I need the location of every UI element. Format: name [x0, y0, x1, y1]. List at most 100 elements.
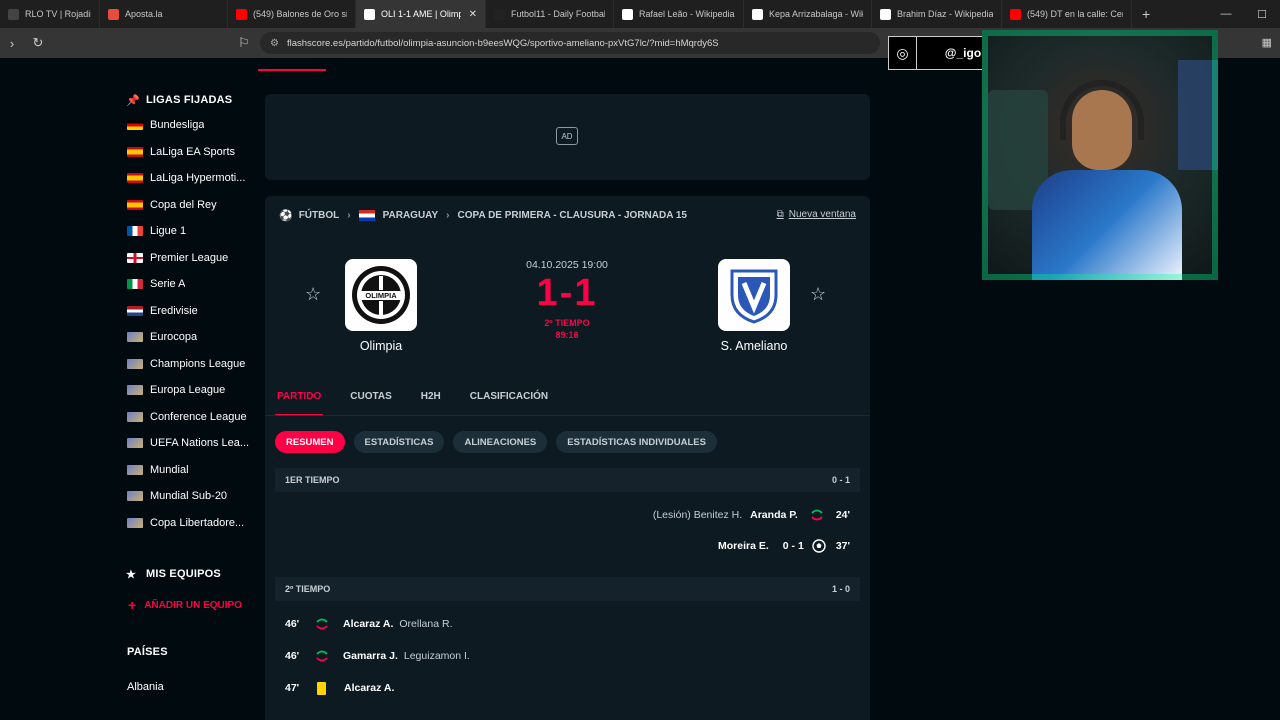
tab-label: RLO TV | Rojadirecta | Fú	[25, 9, 91, 19]
plus-icon: +	[128, 597, 137, 613]
browser-tab[interactable]: Brahim Díaz - Wikipedia, la	[872, 0, 1002, 28]
event-row-yellow-card[interactable]: 47' Alcaraz A.	[285, 677, 394, 699]
favorite-away-star-icon[interactable]: ☆	[810, 284, 826, 305]
flashscore-page: 📌 LIGAS FIJADAS Bundesliga LaLiga EA Spor…	[0, 30, 1280, 720]
subtab-alineaciones[interactable]: ALINEACIONES	[453, 431, 548, 453]
sidebar-league-item[interactable]: Eredivisie	[120, 298, 260, 325]
league-label: Copa Libertadore...	[150, 516, 245, 529]
external-link-icon: ⧉	[776, 209, 784, 220]
browser-tab[interactable]: Aposta.la	[100, 0, 228, 28]
match-datetime: 04.10.2025 19:00	[526, 259, 608, 271]
chevron-right-icon: ›	[347, 210, 351, 221]
browser-tab[interactable]: Rafael Leão - Wikipedia, la	[614, 0, 744, 28]
league-label: Champions League	[150, 357, 246, 370]
olimpia-crest-icon: OLIMPIA	[352, 266, 410, 324]
breadcrumb-competition[interactable]: COPA DE PRIMERA - CLAUSURA - JORNADA 15	[458, 210, 687, 221]
tab-label: (549) Balones de Oro si Cr	[253, 9, 347, 19]
sidebar-league-item[interactable]: Eurocopa	[120, 324, 260, 351]
league-label: Mundial Sub-20	[150, 490, 228, 503]
subtab-estadisticas-individuales[interactable]: ESTADÍSTICAS INDIVIDUALES	[556, 431, 717, 453]
es-flag-icon	[127, 173, 143, 184]
world-flag-icon	[127, 491, 143, 502]
tab-h2h[interactable]: H2H	[419, 391, 443, 416]
browser-tab[interactable]: (549) Balones de Oro si Cr	[228, 0, 356, 28]
tab-label: Kepa Arrizabalaga - Wikip	[769, 9, 863, 19]
browser-tab[interactable]: (549) DT en la calle: Cerro	[1002, 0, 1132, 28]
olimpia-logo: OLIMPIA	[345, 259, 417, 331]
sidebar-league-item[interactable]: Serie A	[120, 271, 260, 298]
sidebar-league-item[interactable]: Copa Libertadore...	[120, 510, 260, 537]
second-half-header: 2º TIEMPO 1 - 0	[275, 577, 860, 601]
sidebar-league-item[interactable]: Premier League	[120, 245, 260, 272]
tab-label: (549) DT en la calle: Cerro	[1027, 9, 1123, 19]
match-clock: 89:16	[555, 330, 579, 340]
tab-partido[interactable]: PARTIDO	[275, 391, 324, 416]
sidebar-league-item[interactable]: LaLiga Hypermoti...	[120, 165, 260, 192]
tab-favicon-icon	[622, 8, 633, 20]
breadcrumb-sport[interactable]: FÚTBOL	[299, 210, 340, 221]
tab-cuotas[interactable]: CUOTAS	[348, 391, 393, 416]
league-label: Ligue 1	[150, 225, 187, 238]
league-label: Eurocopa	[150, 331, 198, 344]
world-flag-icon	[127, 411, 143, 422]
breadcrumb-country[interactable]: PARAGUAY	[383, 210, 439, 221]
browser-tab[interactable]: Kepa Arrizabalaga - Wikip	[744, 0, 872, 28]
sidebar-league-item[interactable]: Ligue 1	[120, 218, 260, 245]
home-team[interactable]: OLIMPIA Olimpia	[311, 259, 451, 353]
sidebar-league-item[interactable]: Champions League	[120, 351, 260, 378]
maximize-icon[interactable]: ☐	[1244, 8, 1280, 21]
sidebar-league-item[interactable]: LaLiga EA Sports	[120, 139, 260, 166]
event-row-substitution[interactable]: (Lesión) Benitez H. Aranda P. 24'	[653, 504, 850, 526]
match-period: 2º TIEMPO	[544, 318, 590, 328]
event-row-goal[interactable]: Moreira E. 0 - 1 37'	[718, 535, 850, 557]
extensions-icon[interactable]: ▦	[1262, 36, 1272, 49]
sidebar-league-item[interactable]: Bundesliga	[120, 112, 260, 139]
sidebar-league-item[interactable]: UEFA Nations Lea...	[120, 430, 260, 457]
league-label: LaLiga EA Sports	[150, 145, 236, 158]
world-flag-icon	[127, 464, 143, 475]
tab-label: Rafael Leão - Wikipedia, la	[639, 9, 735, 19]
event-row-substitution[interactable]: 46' Gamarra J. Leguizamon I.	[285, 645, 470, 667]
pin-icon: 📌	[126, 94, 140, 107]
es-flag-icon	[127, 199, 143, 210]
tabs-divider	[265, 415, 870, 416]
paraguay-flag-icon	[358, 210, 375, 221]
country-item[interactable]: Albania	[120, 674, 260, 701]
bookmark-icon[interactable]: ⚐	[238, 35, 250, 51]
fr-flag-icon	[127, 226, 143, 237]
first-half-header: 1ER TIEMPO 0 - 1	[275, 468, 860, 492]
site-info-icon[interactable]: ⚙	[270, 38, 279, 49]
world-flag-icon	[127, 517, 143, 528]
summary-subtabs: RESUMEN ESTADÍSTICAS ALINEACIONES ESTADÍ…	[275, 431, 717, 453]
left-sidebar: 📌 LIGAS FIJADAS Bundesliga LaLiga EA Spor…	[120, 88, 260, 701]
url-field[interactable]: ⚙ flashscore.es/partido/futbol/olimpia-a…	[260, 32, 880, 54]
forward-icon[interactable]: ›	[0, 36, 24, 51]
chevron-right-icon: ›	[446, 210, 450, 221]
sidebar-league-item[interactable]: Conference League	[120, 404, 260, 431]
webcam-overlay	[982, 30, 1218, 280]
minimize-icon[interactable]: —	[1208, 8, 1244, 20]
sidebar-league-item[interactable]: Europa League	[120, 377, 260, 404]
sidebar-league-item[interactable]: Mundial	[120, 457, 260, 484]
tab-favicon-icon	[364, 8, 375, 20]
subtab-resumen[interactable]: RESUMEN	[275, 431, 345, 453]
tab-label: Futbol11 - Daily Football G	[511, 9, 605, 19]
browser-tab[interactable]: OLI 1-1 AME | Olimpia ✕	[356, 0, 486, 28]
browser-tab[interactable]: RLO TV | Rojadirecta | Fú	[0, 0, 100, 28]
add-team-button[interactable]: + AÑADIR UN EQUIPO	[120, 594, 260, 616]
browser-tab[interactable]: Futbol11 - Daily Football G	[486, 0, 614, 28]
reload-icon[interactable]: ↻	[26, 35, 50, 51]
goal-ball-icon	[812, 539, 826, 553]
sidebar-league-item[interactable]: Copa del Rey	[120, 192, 260, 219]
close-tab-icon[interactable]: ✕	[469, 9, 477, 20]
scoreboard: 04.10.2025 19:00 1-1 2º TIEMPO 89:16	[497, 259, 637, 341]
tab-clasificacion[interactable]: CLASIFICACIÓN	[468, 391, 550, 416]
url-text: flashscore.es/partido/futbol/olimpia-asu…	[286, 37, 719, 49]
new-tab-icon[interactable]: +	[1132, 6, 1160, 22]
sidebar-league-item[interactable]: Mundial Sub-20	[120, 483, 260, 510]
new-window-link[interactable]: ⧉ Nueva ventana	[777, 209, 856, 220]
event-row-substitution[interactable]: 46' Alcaraz A. Orellana R.	[285, 613, 453, 635]
instagram-icon: ◎	[889, 36, 917, 70]
subtab-estadisticas[interactable]: ESTADÍSTICAS	[353, 431, 445, 453]
away-team[interactable]: S. Ameliano	[684, 259, 824, 353]
